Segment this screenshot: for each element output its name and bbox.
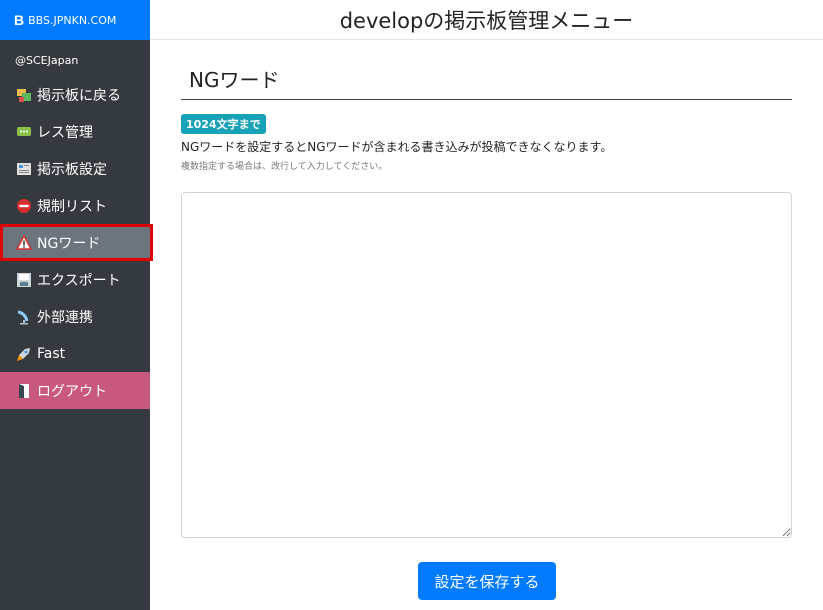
door-icon bbox=[19, 383, 29, 398]
page-header: developの掲示板管理メニュー bbox=[150, 0, 823, 40]
sidebar-item-label: Fast bbox=[37, 345, 66, 362]
main-content: NGワード 1024文字まで NGワードを設定するとNGワードが含まれる書き込み… bbox=[181, 40, 792, 600]
sidebar-item-res-management[interactable]: レス管理 bbox=[0, 113, 150, 150]
no-entry-icon bbox=[17, 198, 31, 213]
sidebar-item-label: ログアウト bbox=[37, 383, 107, 400]
sidebar-item-label: 規制リスト bbox=[37, 198, 107, 215]
help-note: 複数指定する場合は、改行して入力してください。 bbox=[181, 162, 388, 172]
sidebar-item-logout[interactable]: ログアウト bbox=[0, 372, 150, 409]
sidebar-item-label: NGワード bbox=[37, 235, 101, 252]
sidebar-item-label: レス管理 bbox=[37, 124, 93, 141]
limit-badge: 1024文字まで bbox=[181, 114, 266, 134]
brand-name: BBS.JPNKN.COM bbox=[28, 13, 117, 27]
section-title: NGワード bbox=[181, 64, 792, 100]
sidebar-item-label: 掲示板に戻る bbox=[37, 87, 121, 104]
floppy-icon bbox=[17, 272, 31, 287]
brand-logo: B bbox=[14, 12, 25, 28]
sidebar-item-board-settings[interactable]: 掲示板設定 bbox=[0, 150, 150, 187]
sidebar-item-restriction-list[interactable]: 規制リスト bbox=[0, 187, 150, 224]
save-button[interactable]: 設定を保存する bbox=[418, 562, 556, 600]
warning-icon bbox=[16, 234, 32, 250]
sidebar-item-back-to-board[interactable]: 掲示板に戻る bbox=[0, 76, 150, 113]
description-text: NGワードを設定するとNGワードが含まれる書き込みが投稿できなくなります。 bbox=[181, 140, 613, 154]
brand-link[interactable]: B BBS.JPNKN.COM bbox=[0, 0, 150, 40]
sidebar-item-external-integration[interactable]: 外部連携 bbox=[0, 298, 150, 335]
board-icon bbox=[17, 88, 31, 102]
sidebar: B BBS.JPNKN.COM @SCEJapan 掲示板に戻る レス管理 掲示… bbox=[0, 0, 153, 610]
settings-doc-icon bbox=[17, 162, 31, 175]
page-title: developの掲示板管理メニュー bbox=[339, 8, 634, 33]
sidebar-item-label: 外部連携 bbox=[37, 309, 93, 326]
sidebar-item-label: エクスポート bbox=[37, 272, 121, 289]
ng-words-textarea[interactable] bbox=[181, 192, 792, 538]
satellite-icon bbox=[17, 310, 29, 324]
chat-icon bbox=[17, 126, 31, 136]
sidebar-item-ng-words[interactable]: NGワード bbox=[0, 224, 153, 261]
rocket-icon bbox=[17, 347, 30, 361]
sidebar-item-export[interactable]: エクスポート bbox=[0, 261, 150, 298]
user-name: @SCEJapan bbox=[15, 54, 79, 67]
sidebar-item-fast[interactable]: Fast bbox=[0, 335, 150, 372]
sidebar-item-label: 掲示板設定 bbox=[37, 161, 107, 178]
